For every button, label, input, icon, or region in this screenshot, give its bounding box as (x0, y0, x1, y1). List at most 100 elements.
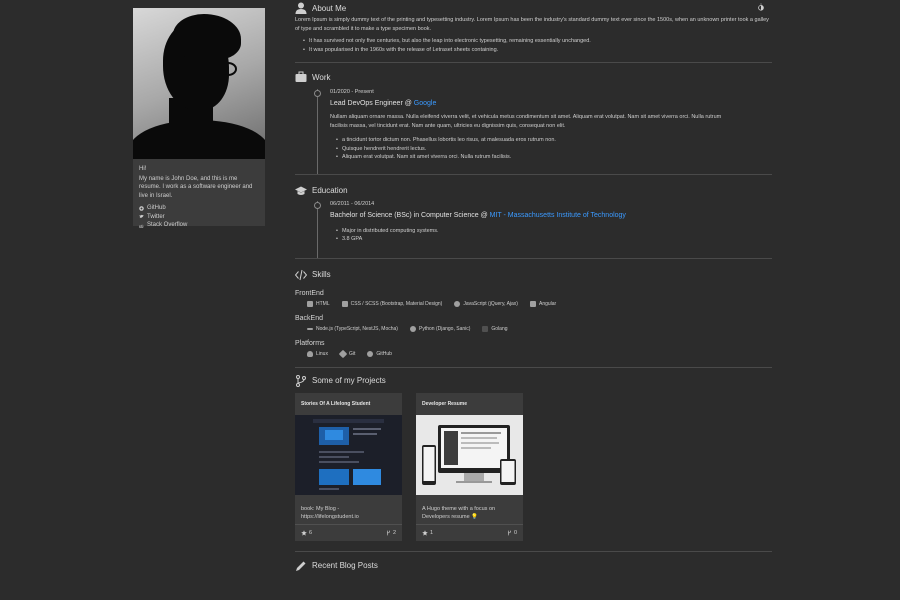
star-icon (422, 529, 428, 536)
projects-heading: Some of my Projects (295, 374, 770, 387)
golang-icon (482, 325, 489, 332)
social-link-stackoverflow[interactable]: Stack Overflow (139, 221, 259, 230)
project-screenshot (295, 414, 402, 495)
linux-icon (307, 350, 313, 357)
html5-icon (307, 300, 313, 307)
skill-label: JavaScript (jQuery, Ajax) (463, 300, 518, 307)
section-title: About Me (312, 3, 347, 13)
skill-label: Golang (491, 325, 508, 332)
skill-chip: Git (338, 349, 356, 358)
github-icon (367, 350, 374, 357)
list-item: a tincidunt tortor dictum non. Phasellus… (334, 136, 770, 145)
section-title: Some of my Projects (312, 376, 386, 385)
pen-icon (296, 561, 306, 571)
projects-section: Some of my Projects Stories Of A Lifelon… (295, 368, 770, 541)
briefcase-icon (295, 71, 307, 82)
forks-value: 2 (392, 529, 396, 536)
job-role: Lead DevOps Engineer @ (330, 100, 414, 107)
social-link-label: Stack Overflow (147, 222, 188, 228)
stars-count: 1 (422, 530, 433, 536)
skills-heading: Skills (295, 269, 770, 281)
section-title: Work (312, 72, 331, 82)
education-bullets: Major in distributed computing systems. … (334, 227, 770, 244)
user-icon (295, 2, 307, 14)
skill-label: Python (Django, Sanic) (418, 325, 471, 332)
stars-value: 1 (430, 529, 434, 536)
skill-chip: Python (Django, Sanic) (409, 325, 471, 332)
job-title: Lead DevOps Engineer @ Google (330, 100, 770, 107)
angular-icon (529, 300, 536, 307)
fork-icon (507, 530, 511, 535)
about-section: About Me Lorem Ipsum is simply dummy tex… (295, 0, 770, 54)
skill-chip: HTML (307, 300, 330, 307)
project-stats: 6 2 (295, 523, 402, 541)
work-timeline: 01/2020 - Present Lead DevOps Engineer @… (313, 89, 770, 174)
section-title: Recent Blog Posts (312, 561, 378, 570)
education-heading: Education (295, 185, 770, 197)
skill-group-title: FrontEnd (295, 289, 324, 297)
git-icon (338, 349, 348, 358)
list-item: It has survived not only five centuries,… (301, 37, 770, 46)
project-card[interactable]: Developer Resume A Hugo theme with a foc… (416, 392, 523, 541)
stars-value: 6 (309, 529, 313, 536)
code-icon (295, 269, 307, 280)
skill-label: Angular (538, 300, 557, 307)
list-item: Aliquam erat volutpat. Nam sit amet vive… (334, 153, 770, 162)
skill-label: GitHub (376, 350, 392, 357)
profile-greeting: Hi! (139, 166, 147, 172)
python-icon (409, 325, 416, 332)
timeline-dot (314, 201, 321, 209)
social-link-github[interactable]: GitHub (139, 204, 259, 213)
project-title[interactable]: Developer Resume (416, 393, 523, 415)
main-content: About Me Lorem Ipsum is simply dummy tex… (295, 0, 772, 572)
social-link-label: GitHub (147, 205, 166, 211)
skill-group-title: Platforms (295, 339, 325, 347)
social-link-twitter[interactable]: Twitter (139, 213, 259, 222)
project-stats: 1 0 (416, 523, 523, 541)
list-item: It was popularised in the 1960s with the… (301, 46, 770, 55)
skill-group-platforms: Linux Git GitHub (307, 349, 770, 358)
blog-heading: Recent Blog Posts (295, 560, 770, 572)
nodejs-icon (307, 327, 313, 330)
degree-title: Bachelor of Science (BSc) in Computer Sc… (330, 212, 770, 219)
section-title: Skills (312, 270, 331, 279)
job-description: Nullam aliquam ornare massa. Nulla eleif… (330, 114, 722, 129)
school-link[interactable]: MIT - Massachusetts Institute of Technol… (490, 212, 626, 219)
graduation-cap-icon (295, 186, 307, 195)
skill-chip: Node.js (TypeScript, NestJS, Mocha) (307, 326, 398, 332)
blog-section: Recent Blog Posts (295, 552, 770, 572)
skill-label: Linux (316, 350, 328, 357)
project-card[interactable]: Stories Of A Lifelong Student book: My B… (295, 392, 402, 541)
section-title: Education (312, 186, 348, 195)
forks-count: 0 (507, 530, 517, 536)
forks-count: 2 (386, 530, 396, 536)
list-item: Major in distributed computing systems. (334, 227, 770, 236)
avatar (133, 8, 265, 159)
fork-icon (386, 530, 390, 535)
skill-label: Git (348, 350, 356, 357)
code-branch-icon (296, 374, 306, 387)
company-link[interactable]: Google (414, 100, 437, 107)
skill-chip: Golang (482, 325, 508, 332)
javascript-icon (454, 300, 461, 307)
list-item: 3.8 GPA (334, 235, 770, 244)
timeline-dot (314, 90, 321, 97)
skills-section: Skills FrontEnd HTML CSS / SCSS (Bootstr… (295, 259, 770, 358)
about-heading: About Me (295, 2, 770, 14)
list-item: Quisque hendrerit hendrerit lectus. (334, 145, 770, 154)
work-section: Work 01/2020 - Present Lead DevOps Engin… (295, 63, 770, 174)
skill-label: CSS / SCSS (Bootstrap, Material Design) (350, 300, 443, 307)
project-cards: Stories Of A Lifelong Student book: My B… (295, 392, 770, 541)
profile-bio: My name is John Doe, and this is me resu… (139, 175, 253, 199)
social-links: GitHub Twitter Stack Overflow (139, 204, 259, 230)
education-timeline: 06/2011 - 06/2014 Bachelor of Science (B… (313, 200, 770, 258)
project-title[interactable]: Stories Of A Lifelong Student (295, 393, 402, 415)
skill-chip: Linux (307, 350, 328, 357)
skill-chip: CSS / SCSS (Bootstrap, Material Design) (341, 300, 443, 307)
skill-chip: GitHub (367, 350, 392, 357)
skill-chip: JavaScript (jQuery, Ajax) (454, 300, 518, 307)
work-heading: Work (295, 71, 770, 83)
skill-label: HTML (316, 300, 330, 307)
project-screenshot (416, 414, 523, 495)
skill-group-frontend: HTML CSS / SCSS (Bootstrap, Material Des… (307, 300, 770, 307)
